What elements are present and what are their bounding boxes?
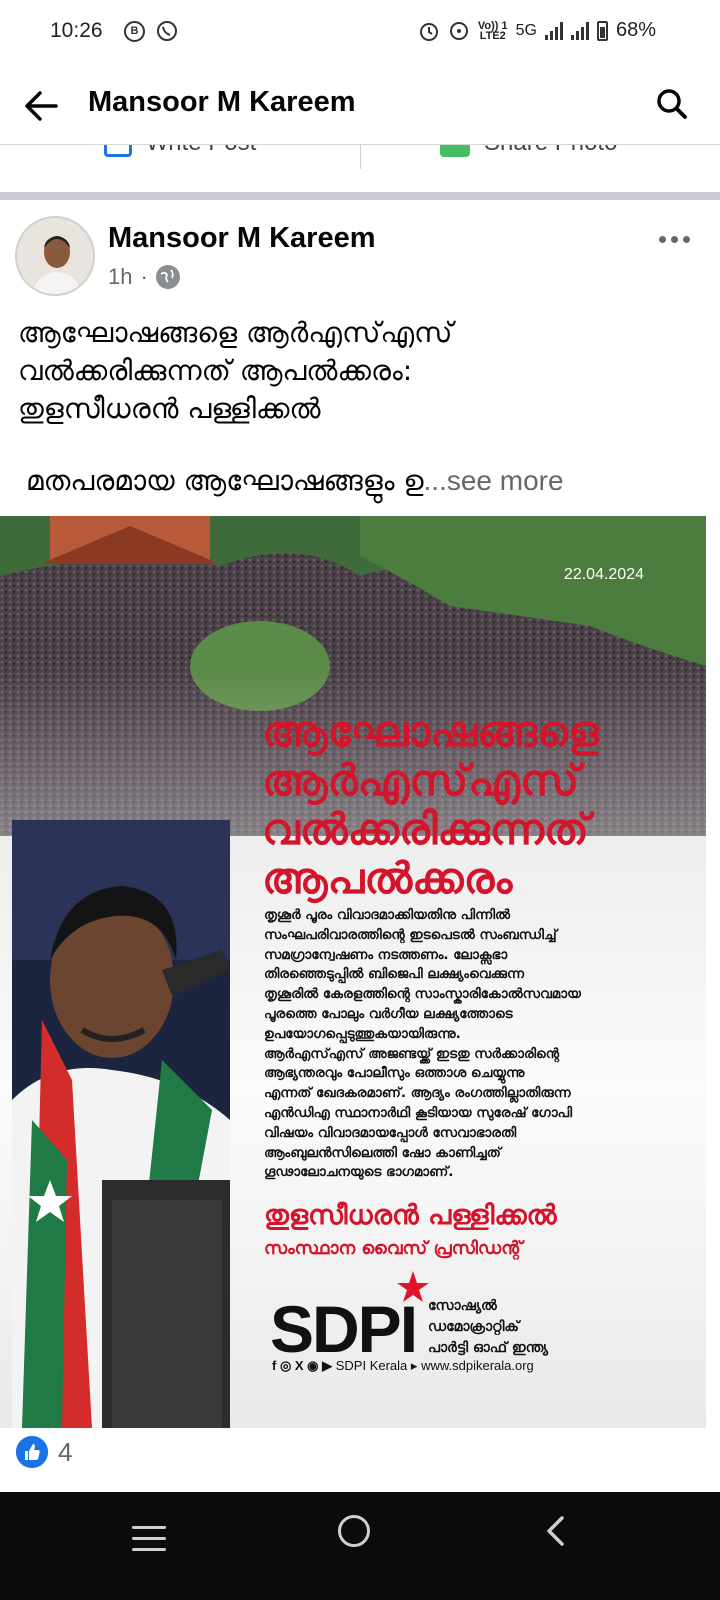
page-title: Mansoor M Kareem xyxy=(88,86,356,118)
poster-headline-line: ആഘോഷങ്ങളെ xyxy=(262,707,599,757)
alarm-icon xyxy=(419,22,438,41)
poster-headline-line: ആർഎസ്എസ് xyxy=(262,756,579,806)
post-time: 1h xyxy=(108,264,133,289)
composer-divider xyxy=(360,145,361,169)
poster-body-line: തൃശൂരിൽ കേരളത്തിന്റെ സാംസ്കാരികോൽസവമായ xyxy=(264,986,581,1003)
network-type: 5G xyxy=(515,21,537,39)
avatar[interactable] xyxy=(15,216,95,296)
sdpi-logo-subtitle: സോഷ്യൽ ഡമോക്രാറ്റിക് പാർട്ടി ഓഫ് ഇന്ത്യ xyxy=(428,1298,548,1356)
home-icon[interactable] xyxy=(338,1515,370,1547)
poster-body-line: ഗൂഢാലോചനയുടെ ഭാഗമാണ്. xyxy=(264,1164,454,1181)
poster-body-line: തൃശൂർ പൂരം വിവാദമാക്കിയതിനു പിന്നിൽ xyxy=(264,907,511,923)
author-name[interactable]: Mansoor M Kareem xyxy=(108,222,376,255)
globe-icon xyxy=(155,265,180,289)
sdpi-logo: SDPI xyxy=(270,1292,418,1366)
feed-divider xyxy=(0,192,720,200)
battery-icon xyxy=(596,20,608,41)
social-handle: SDPI Kerala xyxy=(335,1358,408,1373)
b-app-icon: B xyxy=(124,21,145,42)
edit-icon xyxy=(104,145,132,157)
cursor-icon: ▸ xyxy=(410,1358,422,1373)
meta-separator: · xyxy=(140,264,148,289)
avatar-photo xyxy=(17,218,93,294)
poster-body: തൃശൂർ പൂരം വിവാദമാക്കിയതിനു പിന്നിൽ സംഘപ… xyxy=(264,906,684,1183)
social-icons: f ◎ X ◉ ▶ xyxy=(272,1358,336,1373)
poster-speaker-role: സംസ്ഥാന വൈസ് പ്രസിഡന്റ് xyxy=(264,1238,523,1259)
poster-body-line: എന്നത് ഖേദകരമാണ്. ആദ്യം രംഗത്തില്ലാതിരുന… xyxy=(264,1085,571,1102)
network-volte-label: Vo)) 1 LTE2 xyxy=(477,19,508,42)
hotspot-icon xyxy=(449,21,468,40)
photo-icon xyxy=(440,145,470,157)
poster-headline-line: വൽക്കരിക്കുന്നത് xyxy=(262,805,589,855)
whatsapp-icon xyxy=(157,21,177,41)
post-image[interactable]: 22.04.2024 ആഘോഷങ്ങളെ ആർഎസ്എസ് വൽക്കരിക്ക… xyxy=(0,516,706,1428)
arrow-left-icon[interactable] xyxy=(20,84,64,128)
post-excerpt-text: മതപരമായ ആഘോഷങ്ങളും ഉ xyxy=(26,464,424,497)
poster-body-line: ഉപയോഗപ്പെടുത്തുകയായിരുന്നു. xyxy=(264,1025,461,1042)
poster-social-row: f ◎ X ◉ ▶ SDPI Kerala ▸ www.sdpikerala.o… xyxy=(272,1358,534,1374)
see-more-link[interactable]: ...see more xyxy=(424,465,564,496)
poster-date: 22.04.2024 xyxy=(563,566,644,583)
poster-body-line: ആംബുലൻസിലെത്തി ഷോ കാണിച്ചത് xyxy=(264,1144,501,1161)
battery-percent: 68% xyxy=(615,19,656,41)
post-text-line: വൽക്കരിക്കുന്നത് ആപൽക്കരം: xyxy=(18,354,413,387)
status-time: 10:26 xyxy=(50,19,103,42)
status-bar: 10:26 B Vo)) 1 LTE2 5G 68% xyxy=(0,0,720,64)
signal-icon xyxy=(544,21,563,40)
composer-bar: Write Post Share Photo xyxy=(0,144,720,188)
poster-body-line: എൻഡിഎ സ്ഥാനാർഥി കൂടിയായ സുരേഷ് ഗോപി xyxy=(264,1104,572,1121)
poster-body-line: തിരഞ്ഞെടുപ്പിൽ ബിജെപി ലക്ഷ്യംവെക്കുന്ന xyxy=(264,966,525,983)
search-icon[interactable] xyxy=(652,84,692,124)
app-header: Mansoor M Kareem xyxy=(0,64,720,144)
system-nav-bar xyxy=(0,1492,720,1600)
poster-body-line: പൂരത്തെ പോലും വർഗീയ ലക്ഷ്യത്തോടെ xyxy=(264,1005,513,1022)
like-icon xyxy=(16,1436,48,1468)
poster-body-line: സമഗ്രാന്വേഷണം നടത്തണം. ലോക്സഭാ xyxy=(264,946,508,963)
post-text: ആഘോഷങ്ങളെ ആർഎസ്എസ് വൽക്കരിക്കുന്നത് ആപൽക… xyxy=(18,314,698,428)
more-options-icon[interactable] xyxy=(659,236,690,243)
website-text: www.sdpikerala.org xyxy=(421,1358,534,1373)
recents-icon[interactable] xyxy=(132,1526,166,1556)
reaction-count: 4 xyxy=(58,1436,73,1467)
poster-body-line: വിഷയം വിവാദമായപ്പോൾ സേവാഭാരതി xyxy=(264,1124,517,1141)
poster-body-line: ആർഎസ്എസ് അജണ്ടയ്ക്ക് ഇടതു സർക്കാരിന്റെ xyxy=(264,1045,560,1062)
poster-headline: ആഘോഷങ്ങളെ ആർഎസ്എസ് വൽക്കരിക്കുന്നത് ആപൽക… xyxy=(262,708,682,904)
poster-body-line: സംഘപരിവാരത്തിന്റെ ഇടപെടൽ സംബന്ധിച്ച് xyxy=(264,926,557,943)
back-chevron-icon[interactable] xyxy=(540,1514,574,1548)
speaker-photo xyxy=(12,820,230,1428)
write-post-button[interactable]: Write Post xyxy=(104,145,256,157)
post-header: Mansoor M Kareem 1h · xyxy=(0,212,720,302)
poster-speaker-name: തുളസീധരൻ പള്ളിക്കൽ xyxy=(264,1200,557,1231)
reactions-summary[interactable]: 4 xyxy=(16,1436,72,1468)
poster-body-line: ആഭ്യന്തരവും പോലീസും ഒത്താശ ചെയ്യുന്നു xyxy=(264,1065,525,1082)
poster-headline-line: ആപൽക്കരം xyxy=(262,854,513,904)
signal-icon-2 xyxy=(570,21,589,40)
status-indicators: Vo)) 1 LTE2 5G 68% xyxy=(418,19,656,42)
post-text-line: ആഘോഷങ്ങളെ ആർഎസ്എസ് xyxy=(18,316,453,349)
post-meta: 1h · xyxy=(108,264,180,290)
post-text-line: തുളസീധരൻ പള്ളിക്കൽ xyxy=(18,392,321,425)
post-excerpt: മതപരമായ ആഘോഷങ്ങളും ഉ...see more xyxy=(26,462,564,500)
share-photo-button[interactable]: Share Photo xyxy=(440,145,617,157)
